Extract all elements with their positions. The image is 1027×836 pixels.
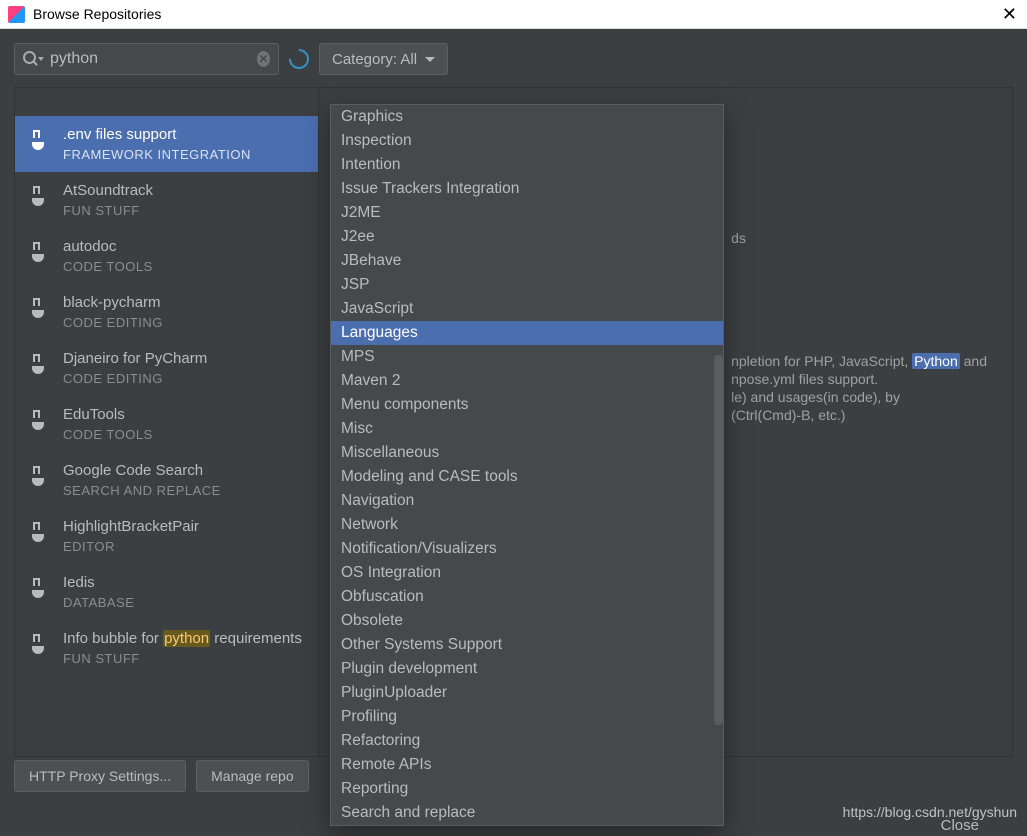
plugin-name: Info bubble for python requirements (63, 630, 302, 647)
plugin-icon (29, 410, 53, 434)
plugin-item[interactable]: AtSoundtrack FUN STUFF (15, 172, 318, 228)
plugin-name: EduTools (63, 406, 153, 423)
refresh-icon[interactable] (285, 45, 313, 73)
plugin-name: AtSoundtrack (63, 182, 153, 199)
titlebar: Browse Repositories ✕ (0, 0, 1027, 29)
http-proxy-button[interactable]: HTTP Proxy Settings... (14, 760, 186, 792)
plugin-name: black-pycharm (63, 294, 163, 311)
category-menu-item[interactable]: PluginUploader (331, 681, 723, 705)
category-menu-item[interactable]: Misc (331, 417, 723, 441)
plugin-icon (29, 634, 53, 658)
plugin-item[interactable]: autodoc CODE TOOLS (15, 228, 318, 284)
plugin-category: CODE TOOLS (63, 259, 153, 274)
category-menu-item[interactable]: Languages (331, 321, 723, 345)
window-title: Browse Repositories (33, 6, 161, 22)
plugin-category: SEARCH AND REPLACE (63, 483, 221, 498)
plugin-item[interactable]: Info bubble for python requirements FUN S… (15, 620, 318, 676)
category-label: Category: All (332, 51, 417, 68)
category-menu-item[interactable]: Graphics (331, 105, 723, 129)
search-icon (23, 51, 36, 67)
plugin-icon (29, 466, 53, 490)
app-body: ✕ Category: All .env files support FRAMEW… (0, 29, 1027, 836)
category-menu-item[interactable]: Menu components (331, 393, 723, 417)
plugin-icon (29, 242, 53, 266)
plugin-category: CODE EDITING (63, 371, 207, 386)
category-menu-item[interactable]: JavaScript (331, 297, 723, 321)
category-menu-item[interactable]: Search and replace (331, 801, 723, 825)
plugin-item[interactable]: Iedis DATABASE (15, 564, 318, 620)
plugin-list[interactable]: .env files support FRAMEWORK INTEGRATION A… (14, 87, 319, 757)
plugin-category: FUN STUFF (63, 203, 153, 218)
plugin-name: Djaneiro for PyCharm (63, 350, 207, 367)
plugin-name: .env files support (63, 126, 251, 143)
detail-text-fragment: ds npletion for PHP, JavaScript, Python … (731, 229, 987, 424)
chevron-down-icon (425, 57, 435, 62)
category-menu-item[interactable]: MPS (331, 345, 723, 369)
category-menu-item[interactable]: Reporting (331, 777, 723, 801)
category-menu[interactable]: GraphicsInspectionIntentionIssue Tracker… (330, 104, 724, 826)
plugin-category: CODE TOOLS (63, 427, 153, 442)
plugin-icon (29, 354, 53, 378)
category-menu-item[interactable]: Miscellaneous (331, 441, 723, 465)
plugin-icon (29, 578, 53, 602)
category-menu-item[interactable]: JSP (331, 273, 723, 297)
category-menu-item[interactable]: J2ME (331, 201, 723, 225)
search-options-chevron-icon[interactable] (38, 57, 44, 61)
category-menu-item[interactable]: Obsolete (331, 609, 723, 633)
category-menu-item[interactable]: JBehave (331, 249, 723, 273)
plugin-item[interactable]: EduTools CODE TOOLS (15, 396, 318, 452)
plugin-name: Google Code Search (63, 462, 221, 479)
watermark-text: https://blog.csdn.net/gyshun (843, 804, 1017, 820)
plugin-name: Iedis (63, 574, 134, 591)
scrollbar-thumb[interactable] (714, 355, 723, 725)
search-input[interactable] (50, 50, 257, 68)
category-menu-item[interactable]: Obfuscation (331, 585, 723, 609)
category-menu-item[interactable]: Notification/Visualizers (331, 537, 723, 561)
plugin-category: EDITOR (63, 539, 199, 554)
category-menu-item[interactable]: Navigation (331, 489, 723, 513)
close-icon[interactable]: ✕ (1002, 4, 1017, 25)
plugin-icon (29, 186, 53, 210)
plugin-name: HighlightBracketPair (63, 518, 199, 535)
category-menu-item[interactable]: Remote APIs (331, 753, 723, 777)
clear-search-icon[interactable]: ✕ (257, 51, 270, 67)
plugin-category: DATABASE (63, 595, 134, 610)
category-menu-item[interactable]: Other Systems Support (331, 633, 723, 657)
plugin-name: autodoc (63, 238, 153, 255)
category-menu-item[interactable]: Inspection (331, 129, 723, 153)
app-logo-icon (8, 6, 25, 23)
footer-buttons: HTTP Proxy Settings... Manage repo (14, 760, 309, 792)
category-menu-item[interactable]: Issue Trackers Integration (331, 177, 723, 201)
manage-repos-button[interactable]: Manage repo (196, 760, 309, 792)
category-menu-item[interactable]: Profiling (331, 705, 723, 729)
category-menu-item[interactable]: OS Integration (331, 561, 723, 585)
plugin-item[interactable]: Google Code Search SEARCH AND REPLACE (15, 452, 318, 508)
plugin-item[interactable]: black-pycharm CODE EDITING (15, 284, 318, 340)
plugin-item[interactable]: HighlightBracketPair EDITOR (15, 508, 318, 564)
plugin-icon (29, 522, 53, 546)
plugin-category: FUN STUFF (63, 651, 302, 666)
category-menu-item[interactable]: Intention (331, 153, 723, 177)
category-dropdown[interactable]: Category: All (319, 43, 448, 75)
plugin-item[interactable]: .env files support FRAMEWORK INTEGRATION (15, 116, 318, 172)
category-menu-item[interactable]: Plugin development (331, 657, 723, 681)
plugin-item[interactable]: Djaneiro for PyCharm CODE EDITING (15, 340, 318, 396)
category-menu-item[interactable]: J2ee (331, 225, 723, 249)
category-menu-item[interactable]: Refactoring (331, 729, 723, 753)
category-menu-item[interactable]: Maven 2 (331, 369, 723, 393)
plugin-icon (29, 298, 53, 322)
plugin-category: FRAMEWORK INTEGRATION (63, 147, 251, 162)
search-box[interactable]: ✕ (14, 43, 279, 75)
plugin-icon (29, 130, 53, 154)
toolbar: ✕ Category: All (14, 43, 1013, 75)
plugin-category: CODE EDITING (63, 315, 163, 330)
category-menu-item[interactable]: Modeling and CASE tools (331, 465, 723, 489)
category-menu-item[interactable]: Network (331, 513, 723, 537)
